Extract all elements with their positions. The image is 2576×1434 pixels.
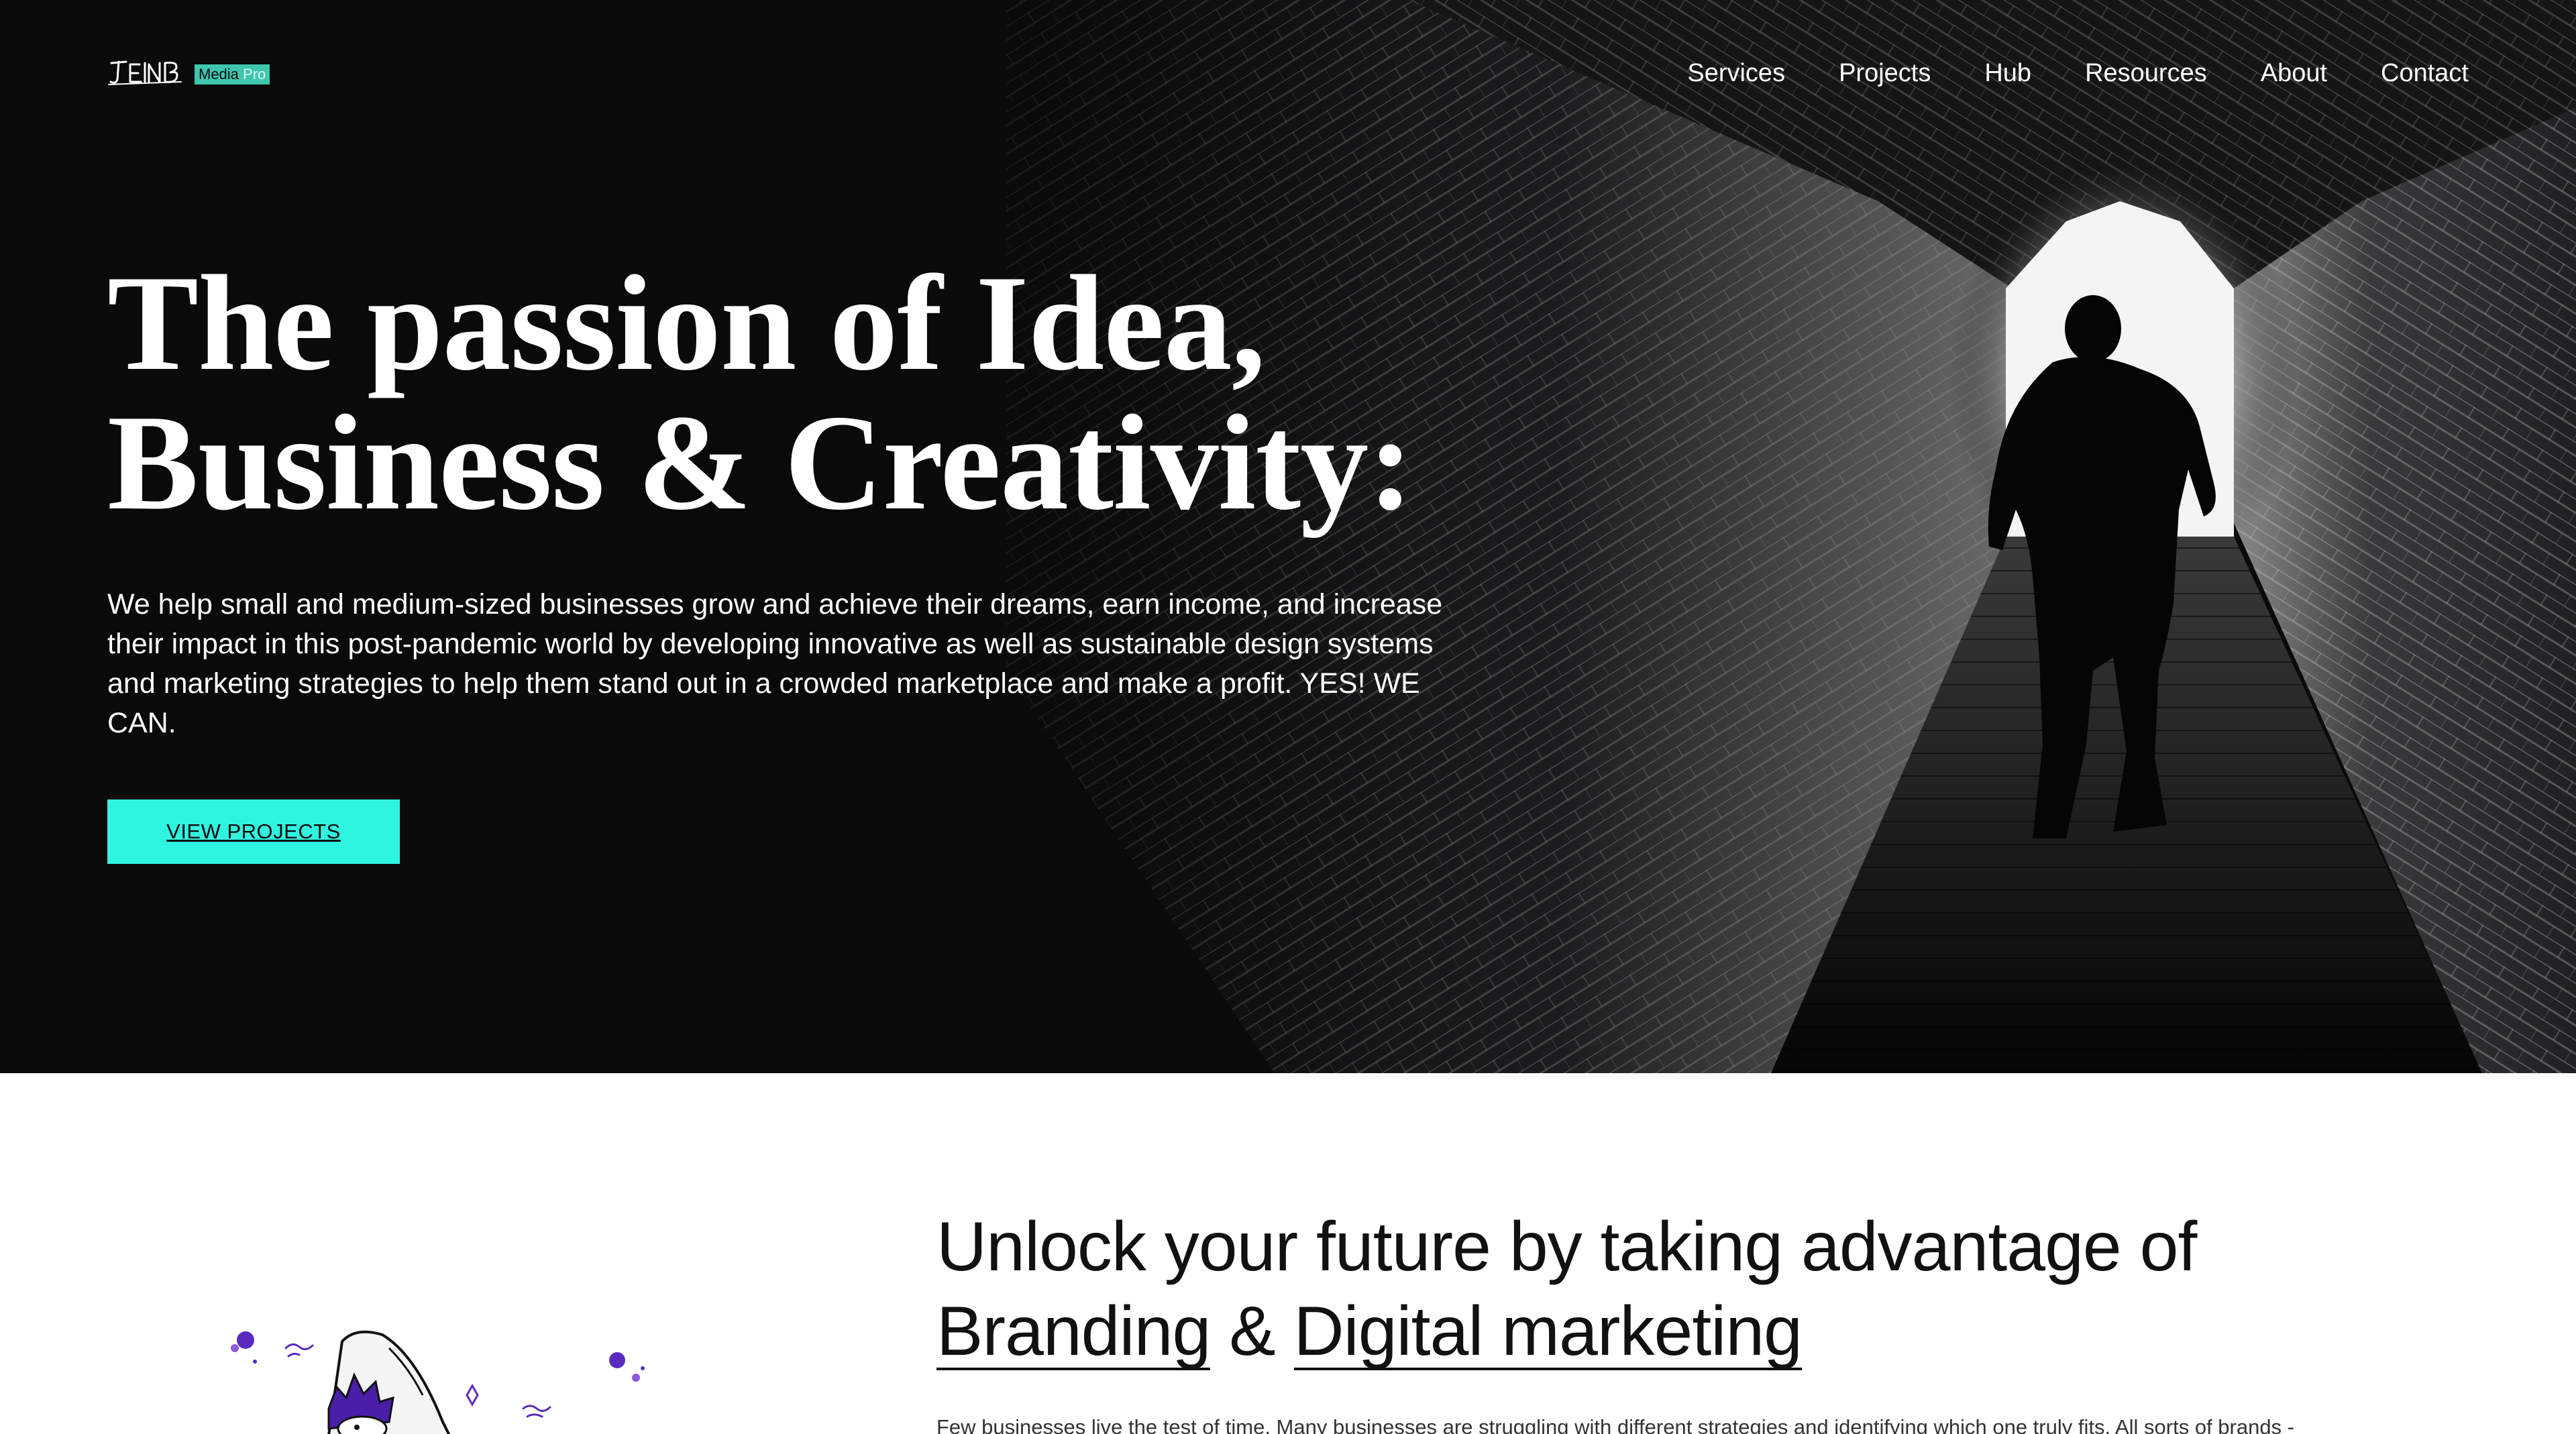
branding-section: Unlock your future by taking advantage o… <box>0 1073 2576 1434</box>
logo-badge: Media Pro <box>195 64 270 85</box>
branding-keyword: Branding <box>936 1292 1211 1370</box>
hero-section: Media Pro Services Projects Hub Resource… <box>0 0 2576 1073</box>
nav-contact[interactable]: Contact <box>2381 58 2469 89</box>
nav-about[interactable]: About <box>2261 58 2327 89</box>
title-ampersand: & <box>1229 1292 1275 1370</box>
branding-section-body: Few businesses live the test of time. Ma… <box>936 1415 2295 1434</box>
branding-section-title: Unlock your future by taking advantage o… <box>936 1205 2197 1374</box>
digital-marketing-keyword: Digital marketing <box>1293 1292 1803 1370</box>
hero-title-line-1: The passion of Idea, <box>107 247 1266 399</box>
nav-services[interactable]: Services <box>1687 58 1785 89</box>
branding-title-line-2: Branding & Digital marketing <box>936 1289 2196 1374</box>
nav-projects[interactable]: Projects <box>1839 58 1931 89</box>
nav-resources[interactable]: Resources <box>2085 58 2207 89</box>
branding-title-line-1: Unlock your future by taking advantage o… <box>936 1208 2197 1286</box>
hero-description: We help small and medium-sized businesse… <box>107 588 1443 739</box>
nav-hub[interactable]: Hub <box>1984 58 2031 89</box>
view-projects-button[interactable]: VIEW PROJECTS <box>107 799 400 864</box>
site-logo[interactable]: Media Pro <box>107 55 270 89</box>
rocket-character-illustration <box>231 1330 645 1434</box>
main-nav: Services Projects Hub Resources About Co… <box>1687 58 2469 89</box>
hero-title-line-2: Business & Creativity: <box>107 387 1413 539</box>
logo-script-icon <box>108 60 182 85</box>
hero-title: The passion of Idea, Business & Creativi… <box>107 254 1583 533</box>
